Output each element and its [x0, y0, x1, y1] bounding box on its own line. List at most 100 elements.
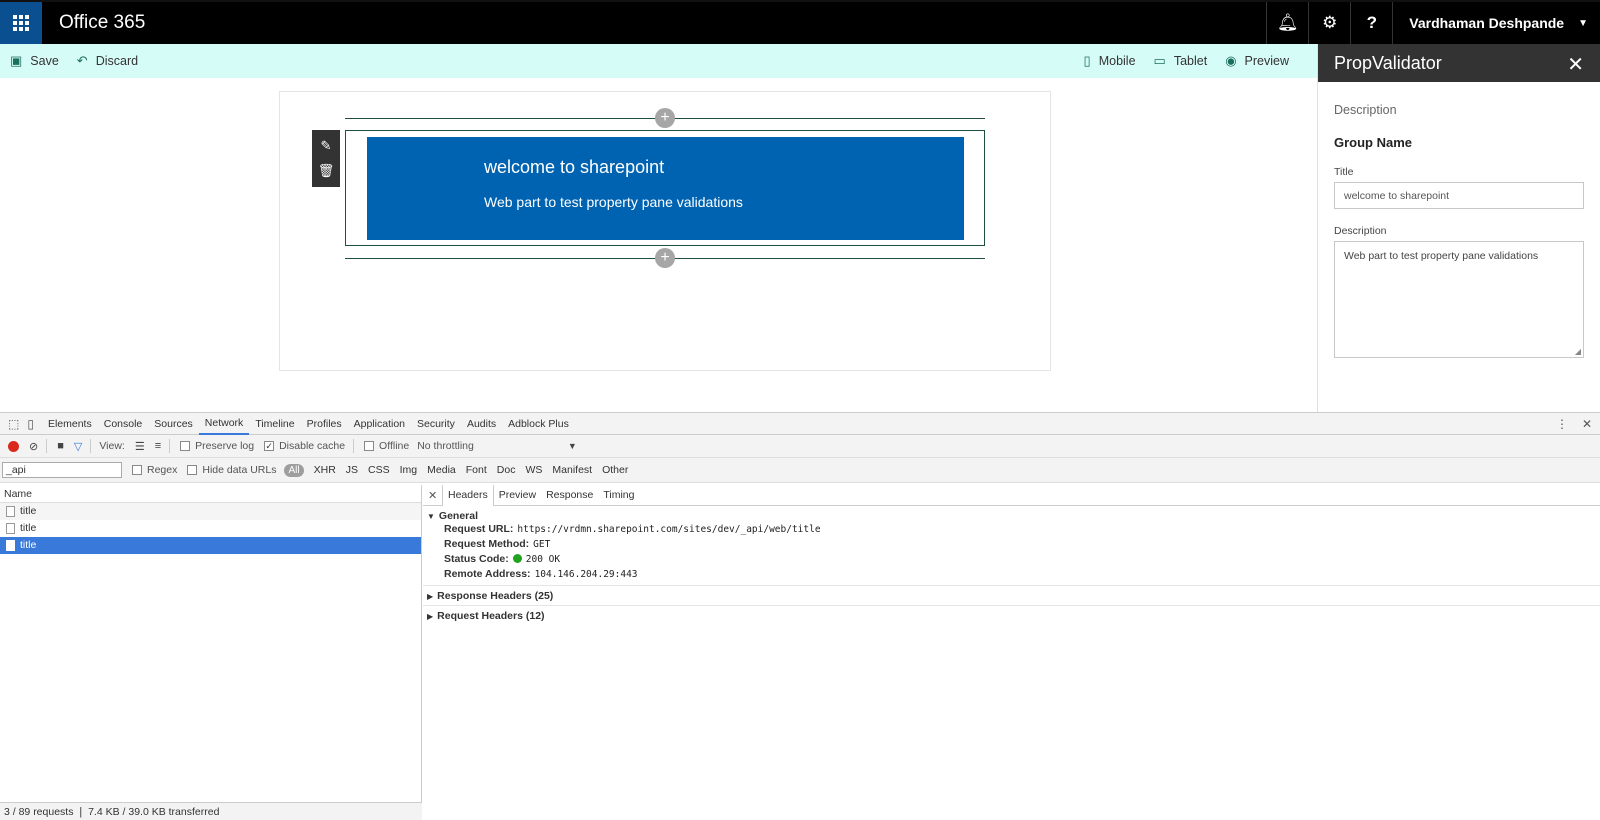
description-field[interactable]: Web part to test property pane validatio…	[1334, 241, 1584, 358]
status-code-row: Status Code: 200 OK	[423, 552, 1600, 567]
list-view-icon[interactable]: ☰	[135, 440, 145, 453]
disable-cache-label: Disable cache	[279, 440, 346, 452]
filter-input[interactable]: _api	[2, 462, 122, 478]
tab-adblock-plus[interactable]: Adblock Plus	[502, 413, 575, 435]
device-toolbar-icon[interactable]: ▯	[27, 417, 34, 431]
filter-other[interactable]: Other	[602, 464, 628, 476]
tab-response[interactable]: Response	[541, 485, 598, 506]
tab-application[interactable]: Application	[348, 413, 411, 435]
tablet-button[interactable]: ▭ Tablet	[1154, 53, 1208, 69]
filter-font[interactable]: Font	[466, 464, 487, 476]
filter-icon[interactable]: ▽	[74, 440, 82, 453]
help-button[interactable]: ?	[1350, 2, 1392, 44]
throttling-select[interactable]: No throttling	[417, 440, 474, 452]
tab-profiles[interactable]: Profiles	[301, 413, 348, 435]
filter-doc[interactable]: Doc	[497, 464, 516, 476]
inspect-element-icon[interactable]: ⬚	[8, 417, 19, 431]
status-code-value: 200 OK	[525, 554, 561, 565]
mobile-button[interactable]: ▯ Mobile	[1084, 53, 1136, 69]
table-row[interactable]: title	[0, 503, 421, 520]
waffle-icon	[13, 15, 29, 31]
pane-description: Description	[1334, 103, 1397, 117]
filter-all[interactable]: All	[284, 463, 304, 477]
delete-webpart-button[interactable]: 🗑︎	[318, 163, 335, 179]
app-launcher-button[interactable]	[0, 2, 42, 44]
suite-title[interactable]: Office 365	[59, 12, 145, 34]
close-icon[interactable]: ✕	[1582, 417, 1592, 431]
filter-manifest[interactable]: Manifest	[552, 464, 592, 476]
tab-audits[interactable]: Audits	[461, 413, 502, 435]
preview-label: Preview	[1244, 54, 1289, 68]
add-webpart-top-button[interactable]: +	[655, 108, 675, 128]
clear-icon[interactable]: ⊘	[29, 440, 38, 453]
resize-grip-icon[interactable]: ◢	[1575, 347, 1581, 356]
trash-icon: 🗑︎	[317, 162, 335, 178]
offline-label: Offline	[379, 440, 410, 452]
request-url-key: Request URL:	[444, 523, 514, 535]
record-icon[interactable]	[8, 440, 19, 452]
tab-sources[interactable]: Sources	[148, 413, 199, 435]
undo-icon: ↶	[76, 53, 88, 68]
close-icon[interactable]: ✕	[1567, 52, 1584, 77]
tab-security[interactable]: Security	[411, 413, 461, 435]
filter-css[interactable]: CSS	[368, 464, 390, 476]
settings-button[interactable]: ⚙	[1308, 2, 1350, 44]
network-toolbar: ⊘ ■ ▽ View: ☰ ≡ Preserve log ✓ Disable c…	[0, 435, 1600, 458]
property-pane-title: PropValidator	[1334, 52, 1442, 73]
user-menu[interactable]: Vardhaman Deshpande ▼	[1392, 2, 1600, 44]
table-row[interactable]: title	[0, 537, 421, 554]
filter-img[interactable]: Img	[400, 464, 418, 476]
filter-media[interactable]: Media	[427, 464, 456, 476]
pencil-icon: ✎	[320, 138, 332, 154]
triangle-down-icon: ▼	[427, 512, 435, 521]
eye-icon: ◉	[1225, 53, 1237, 68]
user-name: Vardhaman Deshpande	[1409, 15, 1565, 31]
waterfall-view-icon[interactable]: ≡	[155, 440, 161, 452]
offline-checkbox[interactable]	[364, 441, 375, 451]
notifications-button[interactable]: 🔔︎	[1266, 2, 1308, 44]
tab-timeline[interactable]: Timeline	[249, 413, 300, 435]
request-headers-section[interactable]: ▶ Request Headers (12)	[423, 610, 1600, 622]
discard-button[interactable]: ↶ Discard	[77, 53, 138, 69]
tab-console[interactable]: Console	[98, 413, 149, 435]
filter-xhr[interactable]: XHR	[314, 464, 336, 476]
triangle-right-icon: ▶	[427, 592, 434, 601]
edit-webpart-button[interactable]: ✎	[321, 138, 332, 154]
name-column-header[interactable]: Name	[0, 485, 421, 503]
description-label: Description	[1334, 225, 1387, 237]
response-headers-section[interactable]: ▶ Response Headers (25)	[423, 590, 1600, 602]
devtools-panel: ⬚ ▯ Elements Console Sources Network Tim…	[0, 412, 1600, 820]
table-row[interactable]: title	[0, 520, 421, 537]
save-label: Save	[30, 54, 59, 68]
title-field[interactable]: welcome to sharepoint	[1334, 182, 1584, 209]
discard-label: Discard	[95, 54, 139, 68]
command-bar: ▣ Save ↶ Discard ▯ Mobile ▭ Tablet ◉ Pre…	[0, 44, 1317, 78]
regex-checkbox[interactable]	[132, 465, 142, 475]
hide-data-urls-checkbox[interactable]	[187, 465, 198, 475]
preserve-log-checkbox[interactable]	[180, 441, 191, 451]
plus-icon: +	[660, 249, 670, 266]
save-button[interactable]: ▣ Save	[10, 53, 59, 69]
general-section[interactable]: ▼ General	[423, 510, 1600, 522]
tab-headers[interactable]: Headers	[442, 484, 494, 506]
filter-ws[interactable]: WS	[525, 464, 542, 476]
close-icon[interactable]: ✕	[428, 489, 442, 502]
tab-timing[interactable]: Timing	[598, 485, 639, 506]
status-ok-icon	[512, 554, 522, 563]
more-options-icon[interactable]: ⋮	[1556, 417, 1568, 431]
webpart-frame[interactable]: welcome to sharepoint Web part to test p…	[345, 130, 985, 246]
tab-elements[interactable]: Elements	[42, 413, 98, 435]
filter-bar: _api Regex Hide data URLs All XHR JS CSS…	[0, 458, 1600, 483]
filter-js[interactable]: JS	[346, 464, 358, 476]
webpart-toolbar: ✎ 🗑︎	[312, 130, 340, 187]
gear-icon: ⚙	[1322, 13, 1338, 32]
camera-icon[interactable]: ■	[57, 440, 64, 452]
tab-preview[interactable]: Preview	[494, 485, 541, 506]
chevron-down-icon[interactable]: ▼	[568, 441, 577, 451]
response-headers-label: Response Headers (25)	[437, 590, 554, 602]
disable-cache-checkbox[interactable]: ✓	[264, 441, 275, 451]
preview-button[interactable]: ◉ Preview	[1225, 53, 1289, 69]
remote-address-row: Remote Address: 104.146.204.29:443	[423, 567, 1600, 582]
tab-network[interactable]: Network	[198, 413, 250, 435]
add-webpart-bottom-button[interactable]: +	[655, 248, 675, 268]
